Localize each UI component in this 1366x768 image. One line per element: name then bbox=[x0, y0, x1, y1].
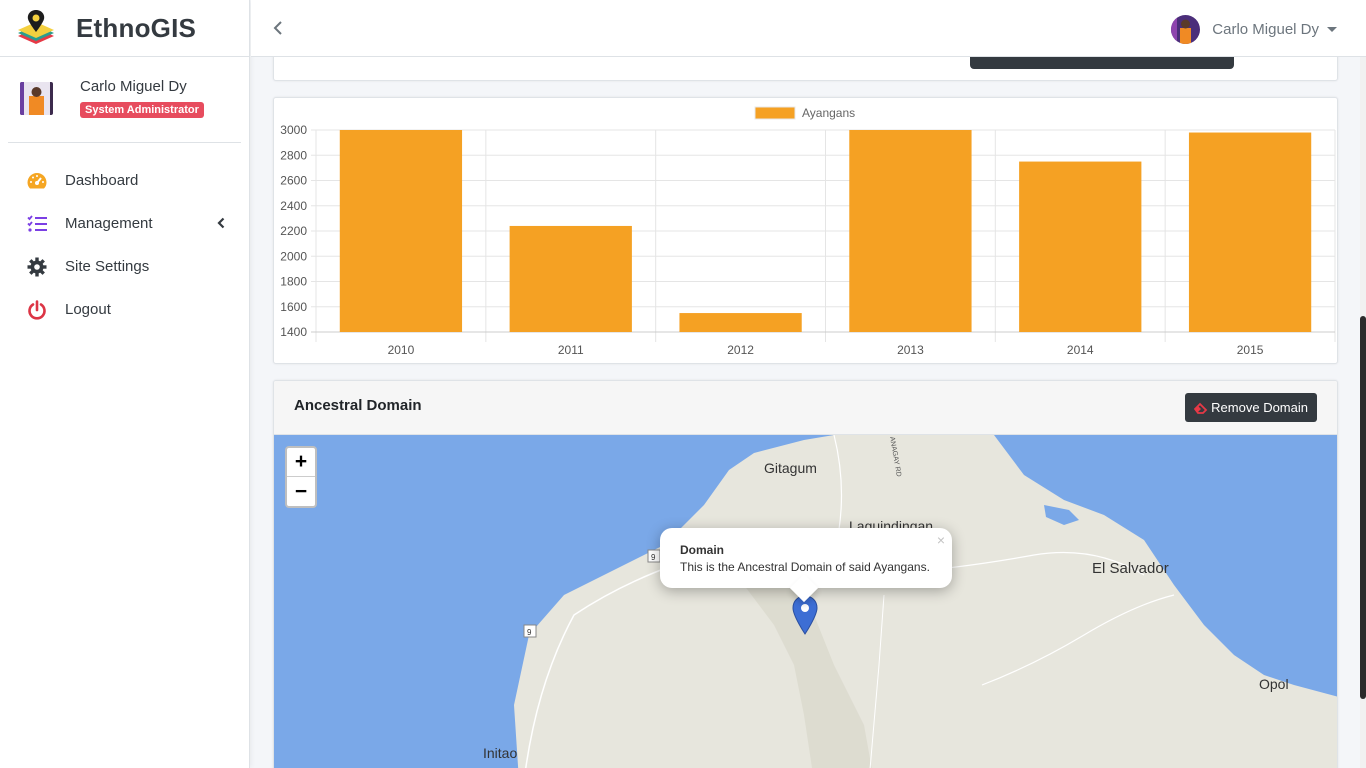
bar bbox=[339, 130, 463, 332]
brand[interactable]: EthnoGIS bbox=[0, 0, 249, 57]
map[interactable]: Gitagum Laguindingan El Salvador Opol In… bbox=[274, 434, 1337, 768]
list-check-icon bbox=[26, 213, 48, 235]
sidebar-item-logout[interactable]: Logout bbox=[0, 288, 249, 331]
brand-logo-icon bbox=[18, 10, 54, 44]
legend-swatch bbox=[754, 106, 796, 120]
sidebar-item-dashboard[interactable]: Dashboard bbox=[0, 159, 249, 202]
card-title: Ancestral Domain bbox=[294, 397, 422, 414]
y-tick-label: 3000 bbox=[280, 123, 307, 137]
caret-down-icon bbox=[1327, 27, 1337, 32]
scrollbar-thumb[interactable] bbox=[1360, 316, 1366, 699]
zoom-in-button[interactable]: + bbox=[287, 448, 315, 477]
y-tick-label: 1400 bbox=[280, 325, 307, 339]
bar bbox=[509, 225, 632, 332]
chevron-left-icon bbox=[217, 216, 225, 234]
popup-close-button[interactable]: × bbox=[937, 532, 945, 548]
ancestral-domain-card: Ancestral Domain Remove Domain Gitagum L… bbox=[273, 380, 1338, 768]
map-place-label: Gitagum bbox=[764, 460, 817, 476]
remove-domain-button[interactable]: Remove Domain bbox=[1185, 393, 1317, 422]
topbar-user-name: Carlo Miguel Dy bbox=[1212, 21, 1319, 38]
y-tick-label: 2400 bbox=[280, 199, 307, 213]
page-scrollbar[interactable] bbox=[1360, 57, 1366, 768]
map-place-label: El Salvador bbox=[1092, 560, 1169, 577]
sidebar-item-label: Dashboard bbox=[65, 172, 139, 189]
map-place-label: Opol bbox=[1259, 676, 1289, 692]
dashboard-gauge-icon bbox=[26, 170, 48, 192]
power-icon bbox=[26, 299, 48, 321]
x-tick-label: 2011 bbox=[558, 343, 584, 357]
sidebar-toggle-chevron-left-icon[interactable] bbox=[271, 18, 287, 38]
sidebar-item-site-settings[interactable]: Site Settings bbox=[0, 245, 249, 288]
sidebar-item-management[interactable]: Management bbox=[0, 202, 249, 245]
remove-domain-label: Remove Domain bbox=[1211, 400, 1308, 415]
population-chart-card: 1400 1600 1800 2000 2200 2400 2600 2800 3000 2010… bbox=[273, 97, 1338, 364]
y-tick-label: 2600 bbox=[280, 174, 307, 188]
popup-title: Domain bbox=[680, 543, 725, 557]
map-place-label: Initao bbox=[483, 745, 517, 761]
popup-text: This is the Ancestral Domain of said Aya… bbox=[680, 560, 930, 574]
brand-name: EthnoGIS bbox=[76, 12, 197, 43]
x-tick-label: 2010 bbox=[388, 343, 415, 357]
bar-chart: 1400 1600 1800 2000 2200 2400 2600 2800 3000 2010… bbox=[280, 106, 1336, 357]
user-name[interactable]: Carlo Miguel Dy bbox=[80, 78, 204, 95]
x-tick-label: 2015 bbox=[1237, 343, 1264, 357]
bar bbox=[679, 313, 802, 332]
sidebar-item-label: Logout bbox=[65, 301, 111, 318]
sidebar-item-label: Site Settings bbox=[65, 258, 150, 275]
sidebar-nav: Dashboard Management Site Settings Logou… bbox=[0, 159, 249, 331]
sidebar: EthnoGIS Carlo Miguel Dy System Administ… bbox=[0, 0, 250, 768]
map-zoom-control: + − bbox=[285, 446, 317, 508]
map-road-label: 9 bbox=[527, 628, 532, 637]
y-tick-label: 1600 bbox=[280, 300, 307, 314]
user-menu-dropdown[interactable]: Carlo Miguel Dy bbox=[1171, 15, 1337, 44]
topbar: Carlo Miguel Dy bbox=[251, 0, 1366, 57]
user-panel: Carlo Miguel Dy System Administrator bbox=[8, 57, 241, 143]
bar bbox=[849, 130, 972, 332]
eraser-icon bbox=[1194, 402, 1208, 414]
role-badge: System Administrator bbox=[80, 102, 204, 118]
y-tick-label: 2200 bbox=[280, 224, 307, 238]
previous-card-button[interactable] bbox=[970, 57, 1234, 69]
sidebar-item-label: Management bbox=[65, 215, 153, 232]
avatar bbox=[1171, 15, 1201, 44]
zoom-out-button[interactable]: − bbox=[287, 477, 315, 506]
card-header: Ancestral Domain Remove Domain bbox=[274, 381, 1337, 435]
y-tick-label: 2800 bbox=[280, 148, 307, 162]
avatar[interactable] bbox=[20, 82, 53, 115]
map-popup: × Domain This is the Ancestral Domain of… bbox=[660, 528, 952, 603]
x-tick-label: 2012 bbox=[727, 343, 754, 357]
legend-label: Ayangans bbox=[802, 106, 855, 120]
bar bbox=[1188, 132, 1312, 332]
map-road-label: 9 bbox=[651, 553, 656, 562]
bar bbox=[1019, 161, 1142, 332]
x-tick-label: 2013 bbox=[897, 343, 924, 357]
y-tick-label: 2000 bbox=[280, 249, 307, 263]
y-tick-label: 1800 bbox=[280, 275, 307, 289]
x-tick-label: 2014 bbox=[1067, 343, 1094, 357]
gear-icon bbox=[26, 256, 48, 278]
